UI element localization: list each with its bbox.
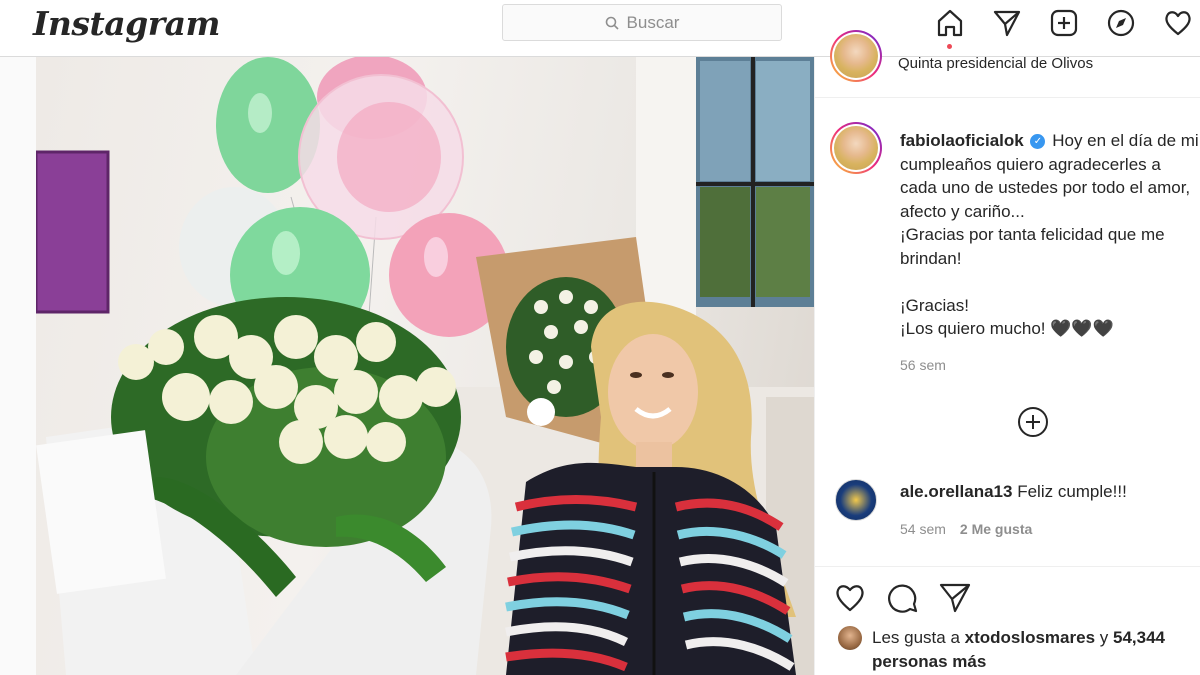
post-photo[interactable] <box>36 57 814 675</box>
search-input[interactable]: Buscar <box>502 4 782 41</box>
search-placeholder: Buscar <box>626 12 680 32</box>
caption-timestamp[interactable]: 56 sem <box>900 357 946 373</box>
search-icon <box>605 16 619 30</box>
comment-username[interactable]: ale.orellana13 <box>900 482 1012 501</box>
explore-icon[interactable] <box>1103 5 1139 41</box>
author-avatar[interactable] <box>830 122 882 174</box>
comment-meta: 54 sem 2 Me gusta <box>900 521 1032 537</box>
liker-avatar[interactable] <box>838 626 862 650</box>
comment: ale.orellana13 Feliz cumple!!! <box>900 482 1127 502</box>
likes-prefix: Les gusta a <box>872 628 960 647</box>
load-more-comments-button[interactable] <box>1017 406 1049 438</box>
caption-username[interactable]: fabiolaoficialok <box>900 131 1024 150</box>
share-icon <box>939 583 971 613</box>
commenter-avatar[interactable] <box>835 479 877 521</box>
author-avatar-top[interactable] <box>830 30 882 82</box>
divider <box>814 97 1200 98</box>
notification-dot <box>947 44 952 49</box>
plus-circle-icon <box>1018 407 1048 437</box>
likes-user[interactable]: xtodoslosmares <box>965 628 1095 647</box>
new-post-icon[interactable] <box>1046 5 1082 41</box>
comment-button[interactable] <box>886 581 920 615</box>
likes-summary: Les gusta a xtodoslosmares y 54,344 pers… <box>872 626 1192 673</box>
verified-badge-icon: ✓ <box>1030 134 1046 150</box>
comment-timestamp[interactable]: 54 sem <box>900 521 946 537</box>
instagram-logo[interactable]: Instagram <box>33 4 220 43</box>
heart-icon <box>836 585 864 612</box>
home-icon[interactable] <box>932 5 968 41</box>
direct-icon[interactable] <box>989 5 1025 41</box>
post-image <box>36 57 814 675</box>
post-caption: fabiolaoficialok ✓ Hoy en el día de mi c… <box>900 129 1200 344</box>
page-background <box>0 57 36 675</box>
caption-text: Hoy en el día de mi cumpleaños quiero ag… <box>900 131 1199 338</box>
share-button[interactable] <box>938 581 972 615</box>
top-navigation-bar: Instagram Buscar <box>0 0 1200 57</box>
likes-connector: y <box>1099 628 1109 647</box>
activity-icon[interactable] <box>1160 5 1196 41</box>
comment-icon <box>888 584 918 613</box>
post-location[interactable]: Quinta presidencial de Olivos <box>898 55 1093 72</box>
like-button[interactable] <box>833 581 867 615</box>
divider <box>814 566 1200 567</box>
comment-likes[interactable]: 2 Me gusta <box>960 521 1032 537</box>
comment-text: Feliz cumple!!! <box>1017 482 1127 501</box>
